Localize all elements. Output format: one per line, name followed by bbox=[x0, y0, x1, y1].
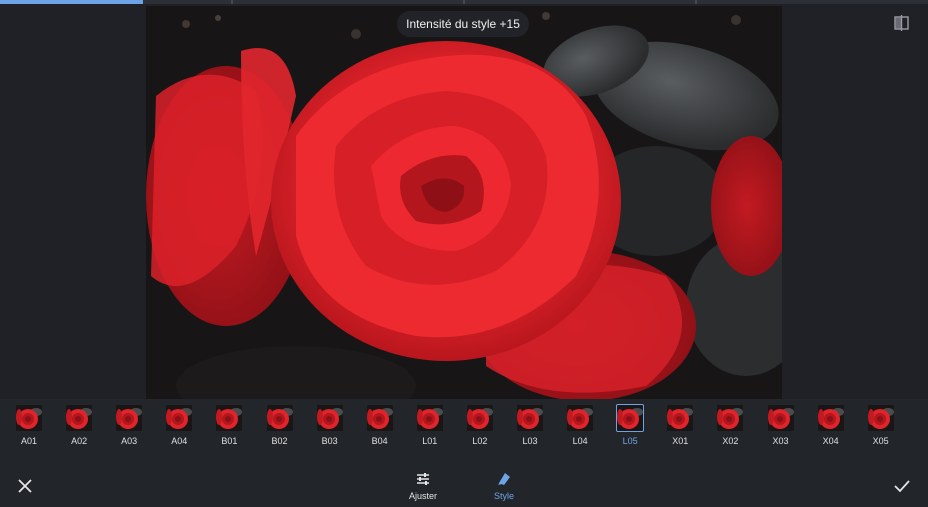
tab-adjust-label: Ajuster bbox=[408, 491, 437, 501]
style-preset-label: B01 bbox=[221, 436, 238, 446]
progress-tick bbox=[695, 0, 697, 4]
sliders-icon bbox=[415, 471, 431, 487]
progress-track bbox=[0, 0, 928, 4]
style-preset-thumbnail bbox=[166, 405, 193, 431]
tab-style[interactable]: Style bbox=[474, 471, 534, 505]
style-preset-thumbnail bbox=[867, 405, 894, 431]
style-preset-x01[interactable]: X01 bbox=[660, 405, 700, 453]
style-preset-thumbnail bbox=[717, 405, 744, 431]
style-preset-thumbnail bbox=[16, 405, 42, 431]
style-preset-label: A02 bbox=[71, 436, 88, 446]
preview-image bbox=[146, 6, 782, 399]
style-preset-label: B02 bbox=[271, 436, 288, 446]
style-preset-label: L04 bbox=[572, 436, 588, 446]
brush-icon bbox=[496, 471, 512, 487]
check-icon[interactable] bbox=[893, 477, 911, 495]
style-preset-x05[interactable]: X05 bbox=[861, 405, 901, 453]
style-preset-a04[interactable]: A04 bbox=[159, 405, 199, 453]
style-preset-b01[interactable]: B01 bbox=[209, 405, 249, 453]
style-preset-label: X04 bbox=[822, 436, 839, 446]
style-preset-x03[interactable]: X03 bbox=[761, 405, 801, 453]
style-preset-label: L03 bbox=[522, 436, 538, 446]
style-preset-x04[interactable]: X04 bbox=[811, 405, 851, 453]
split-compare-icon[interactable] bbox=[893, 14, 911, 32]
style-preset-a01[interactable]: A01 bbox=[9, 405, 49, 453]
style-preset-thumbnail bbox=[66, 405, 93, 431]
style-preset-thumbnail bbox=[316, 405, 343, 431]
style-preset-a03[interactable]: A03 bbox=[109, 405, 149, 453]
style-presets-strip: A01 A02 A03 A04 B01 B02 B03 B04 L01 L02 L03 L04 L05 X… bbox=[0, 399, 928, 456]
progress-fill bbox=[0, 0, 143, 4]
style-preset-label: B03 bbox=[321, 436, 338, 446]
style-preset-l01[interactable]: L01 bbox=[410, 405, 450, 453]
style-preset-label: A04 bbox=[171, 436, 188, 446]
style-preset-label: L05 bbox=[622, 436, 638, 446]
style-preset-b02[interactable]: B02 bbox=[260, 405, 300, 453]
style-preset-label: X02 bbox=[722, 436, 739, 446]
progress-tick bbox=[231, 0, 233, 4]
style-preset-thumbnail bbox=[767, 405, 794, 431]
style-preset-thumbnail bbox=[116, 405, 143, 431]
style-preset-label: B04 bbox=[371, 436, 388, 446]
tab-style-label: Style bbox=[493, 491, 514, 501]
style-preset-b04[interactable]: B04 bbox=[360, 405, 400, 453]
style-preset-label: L01 bbox=[422, 436, 438, 446]
style-preset-thumbnail bbox=[567, 405, 594, 431]
style-preset-label: A01 bbox=[20, 436, 37, 446]
style-preset-l02[interactable]: L02 bbox=[460, 405, 500, 453]
style-preset-thumbnail bbox=[517, 405, 543, 431]
style-preset-b03[interactable]: B03 bbox=[310, 405, 350, 453]
style-preset-thumbnail bbox=[216, 405, 243, 431]
style-preset-l04[interactable]: L04 bbox=[560, 405, 600, 453]
style-preset-thumbnail bbox=[266, 405, 293, 431]
style-preset-thumbnail bbox=[416, 405, 443, 431]
style-preset-thumbnail bbox=[466, 405, 493, 431]
style-preset-thumbnail bbox=[817, 405, 844, 431]
style-preset-label: A03 bbox=[121, 436, 138, 446]
style-preset-label: X03 bbox=[772, 436, 789, 446]
tab-adjust[interactable]: Ajuster bbox=[393, 471, 453, 505]
style-preset-label: L02 bbox=[472, 436, 488, 446]
close-icon[interactable] bbox=[16, 477, 34, 495]
style-preset-l05[interactable]: L05 bbox=[610, 404, 650, 453]
style-preset-label: X05 bbox=[872, 436, 889, 446]
style-intensity-tooltip: Intensité du style +15 bbox=[397, 11, 529, 37]
style-preset-a02[interactable]: A02 bbox=[59, 405, 99, 453]
style-preset-thumbnail bbox=[616, 404, 645, 432]
style-preset-thumbnail bbox=[667, 405, 694, 431]
style-preset-thumbnail bbox=[366, 405, 393, 431]
style-preset-l03[interactable]: L03 bbox=[510, 405, 550, 453]
bottom-toolbar: Ajuster Style bbox=[0, 456, 928, 507]
style-preset-x02[interactable]: X02 bbox=[710, 405, 750, 453]
style-preset-label: X01 bbox=[672, 436, 689, 446]
progress-tick bbox=[463, 0, 465, 4]
